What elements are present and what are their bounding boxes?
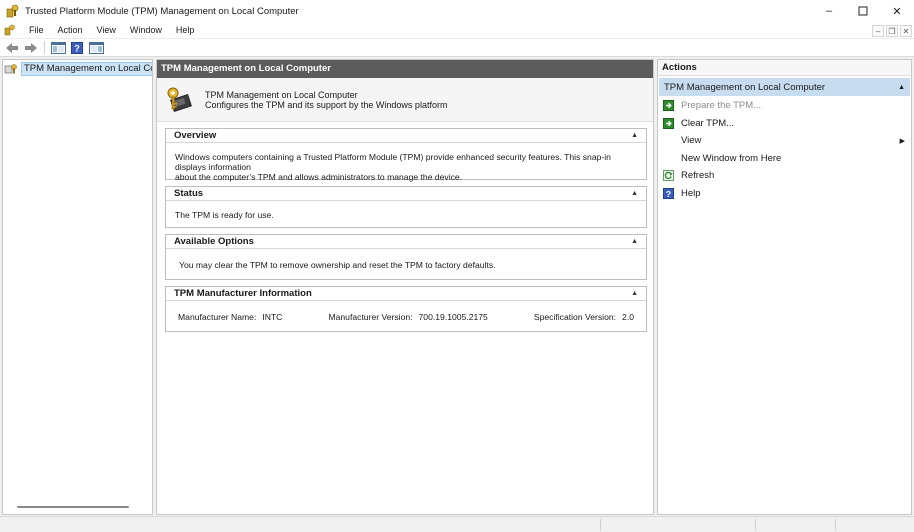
collapse-icon[interactable]: ▲ [631,190,638,197]
overview-text-line1: Windows computers containing a Trusted P… [175,152,611,172]
tpm-snapin-icon [4,63,18,75]
snapin-intro: TPM Management on Local Computer Configu… [157,78,653,122]
action-help[interactable]: ? Help [658,185,911,203]
tpm-key-chip-icon [165,86,193,114]
available-options-section: Available Options ▲ You may clear the TP… [165,234,647,280]
help-icon: ? [663,187,674,199]
help-icon[interactable]: ? [69,41,85,55]
results-header: TPM Management on Local Computer [157,60,653,78]
actions-header: Actions [658,60,911,76]
action-new-window-label: New Window from Here [681,152,782,164]
specification-version-label: Specification Version: [533,312,617,322]
action-refresh-label: Refresh [681,170,715,182]
action-new-window[interactable]: New Window from Here [658,150,911,168]
maximize-button[interactable] [846,0,880,22]
status-section: Status ▲ The TPM is ready for use. [165,186,647,228]
available-options-header[interactable]: Available Options ▲ [166,235,646,249]
tree-horizontal-scrollbar[interactable] [17,506,129,508]
mdi-minimize-button[interactable]: – [872,24,884,37]
action-clear-tpm-label: Clear TPM... [681,117,735,129]
actions-group-header[interactable]: TPM Management on Local Computer ▲ [659,78,910,96]
system-menu-icon[interactable] [4,24,16,36]
specification-version: Specification Version: 2.0 [534,312,634,322]
window-title: Trusted Platform Module (TPM) Management… [25,5,299,17]
actions-group-title: TPM Management on Local Computer [664,81,826,93]
title-bar: Trusted Platform Module (TPM) Management… [0,0,914,22]
manufacturer-name-label: Manufacturer Name: [178,312,257,322]
overview-title: Overview [174,130,217,141]
refresh-icon [663,170,674,182]
show-hide-action-pane-icon[interactable] [88,41,104,55]
back-arrow-icon[interactable] [4,41,20,55]
manufacturer-version: Manufacturer Version: 700.19.1005.2175 [328,312,487,322]
forward-arrow-icon[interactable] [23,41,39,55]
actions-pane: Actions TPM Management on Local Computer… [657,59,912,515]
manufacturer-name-value: INTC [262,312,283,322]
overview-header[interactable]: Overview ▲ [166,129,646,143]
action-prepare-tpm-label: Prepare the TPM... [681,100,762,112]
available-options-title: Available Options [174,236,254,247]
status-divider [600,519,601,531]
specification-version-value: 2.0 [622,312,634,322]
status-bar [0,516,914,532]
manufacturer-version-label: Manufacturer Version: [328,312,413,322]
green-action-icon [663,100,674,112]
manufacturer-version-value: 700.19.1005.2175 [418,312,488,322]
collapse-icon[interactable]: ▲ [631,238,638,245]
available-options-text: You may clear the TPM to remove ownershi… [179,260,496,270]
toolbar-separator [44,41,45,54]
status-divider [755,519,756,531]
menu-action[interactable]: Action [51,25,90,35]
action-clear-tpm[interactable]: Clear TPM... [658,115,911,133]
menu-view[interactable]: View [90,25,123,35]
svg-text:?: ? [74,43,80,53]
status-title: Status [174,188,204,199]
mdi-close-button[interactable]: ✕ [900,24,912,37]
manufacturer-section: TPM Manufacturer Information ▲ Manufactu… [165,286,647,332]
results-pane: TPM Management on Local Computer TPM Man… [156,59,654,515]
close-button[interactable]: ✕ [880,0,914,22]
action-view-label: View [681,135,702,147]
show-hide-console-tree-icon[interactable] [50,41,66,55]
action-view[interactable]: View ▶ [658,132,911,150]
overview-text-line2: about the computer’s TPM and allows admi… [175,172,463,182]
tree-item-label: TPM Management on Local Computer [21,62,152,76]
intro-description: Configures the TPM and its support by th… [205,99,448,110]
console-tree: TPM Management on Local Computer [2,59,153,515]
collapse-icon[interactable]: ▲ [631,290,638,297]
mdi-restore-button[interactable]: ❐ [886,24,898,37]
action-refresh[interactable]: Refresh [658,167,911,185]
menu-window[interactable]: Window [123,25,169,35]
tree-item-tpm-management[interactable]: TPM Management on Local Computer [4,62,152,76]
status-text: The TPM is ready for use. [175,210,274,220]
manufacturer-name: Manufacturer Name: INTC [178,312,282,322]
menu-help[interactable]: Help [169,25,202,35]
status-header[interactable]: Status ▲ [166,187,646,201]
svg-text:?: ? [666,189,671,199]
overview-section: Overview ▲ Windows computers containing … [165,128,647,182]
menu-bar: File Action View Window Help – ❐ ✕ [0,22,914,39]
green-action-icon [663,117,674,129]
status-divider [835,519,836,531]
toolbar: ? [0,39,914,57]
menu-file[interactable]: File [22,25,51,35]
minimize-button[interactable]: – [812,0,846,22]
tpm-app-icon [6,4,20,18]
action-help-label: Help [681,187,701,199]
submenu-arrow-icon: ▶ [899,137,905,145]
manufacturer-title: TPM Manufacturer Information [174,288,312,299]
manufacturer-header[interactable]: TPM Manufacturer Information ▲ [166,287,646,301]
collapse-icon[interactable]: ▲ [898,84,905,91]
action-prepare-tpm[interactable]: Prepare the TPM... [658,97,911,115]
intro-title: TPM Management on Local Computer [205,89,358,100]
collapse-icon[interactable]: ▲ [631,132,638,139]
